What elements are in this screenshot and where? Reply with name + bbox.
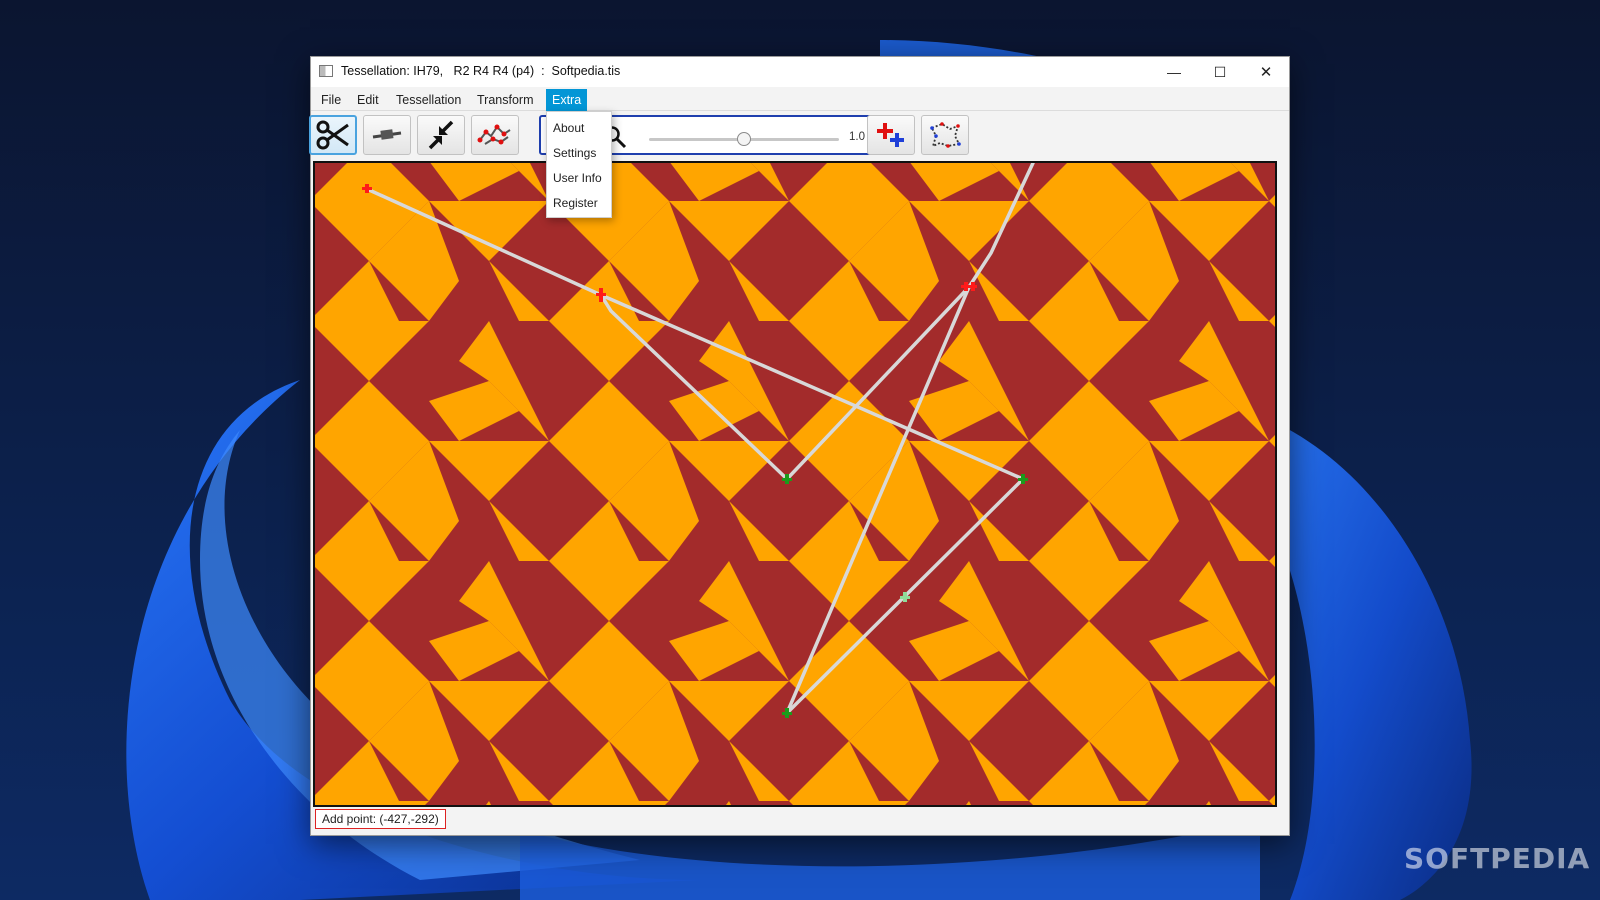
- status-bar: Add point: (-427,-292): [315, 809, 446, 829]
- menu-item-user-info[interactable]: User Info: [547, 166, 611, 191]
- shrink-arrows-icon: [428, 120, 454, 150]
- menu-item-about[interactable]: About: [547, 116, 611, 141]
- menu-tessellation[interactable]: Tessellation: [390, 89, 467, 111]
- shrink-button[interactable]: [417, 115, 465, 155]
- menu-file[interactable]: File: [315, 89, 347, 111]
- tile-outline-button[interactable]: [921, 115, 969, 155]
- delete-edge-button[interactable]: [363, 115, 411, 155]
- zoom-value-label: 1.0: [849, 131, 865, 143]
- add-points-button[interactable]: [867, 115, 915, 155]
- tessellation-canvas[interactable]: [313, 161, 1277, 807]
- menu-transform[interactable]: Transform: [471, 89, 540, 111]
- menu-edit[interactable]: Edit: [351, 89, 385, 111]
- application-window: Tessellation: IH79, R2 R4 R4 (p4) : Soft…: [309, 56, 1290, 836]
- menu-item-settings[interactable]: Settings: [547, 141, 611, 166]
- close-button[interactable]: ✕: [1243, 57, 1289, 87]
- edit-polygon-icon: [477, 124, 511, 145]
- scissors-icon: [316, 120, 349, 150]
- add-points-icon: [877, 123, 904, 147]
- minimize-button[interactable]: —: [1151, 57, 1197, 87]
- menu-extra[interactable]: Extra: [546, 89, 588, 111]
- tile-pattern: [315, 163, 1275, 805]
- menu-item-register[interactable]: Register: [547, 191, 611, 216]
- edit-points-button[interactable]: [471, 115, 519, 155]
- tessellation-drawing: [315, 163, 1275, 805]
- toolbar: 1.0: [309, 111, 1289, 161]
- window-title: Tessellation: IH79, R2 R4 R4 (p4) : Soft…: [341, 64, 621, 78]
- maximize-button[interactable]: ☐: [1197, 57, 1243, 87]
- title-bar[interactable]: Tessellation: IH79, R2 R4 R4 (p4) : Soft…: [311, 57, 1289, 87]
- softpedia-watermark: SOFTPEDIA: [1404, 842, 1591, 875]
- erase-line-icon: [372, 129, 402, 140]
- menu-bar: File Edit Tessellation Transform Extra: [311, 87, 1289, 111]
- zoom-slider-thumb[interactable]: [737, 132, 751, 146]
- cut-tool-button[interactable]: [309, 115, 357, 155]
- tile-outline-icon: [930, 122, 961, 148]
- app-icon: [319, 65, 333, 77]
- extra-menu-dropdown: About Settings User Info Register: [546, 111, 612, 218]
